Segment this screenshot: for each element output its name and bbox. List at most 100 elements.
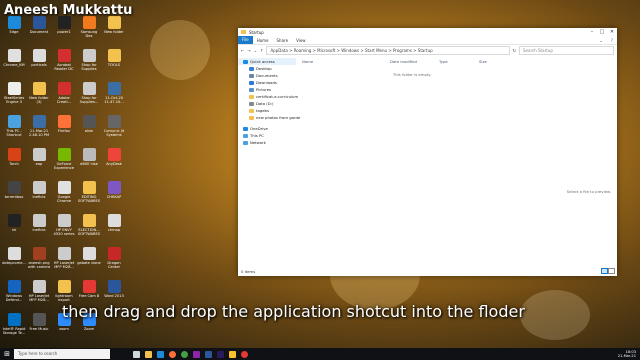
desktop-shortcut[interactable]: This PC - Shortcut bbox=[2, 113, 26, 145]
nav-item[interactable]: OneDrive bbox=[238, 125, 296, 132]
desktop-shortcut[interactable]: Shop for Supplies... bbox=[77, 80, 101, 112]
desktop-shortcut[interactable]: Windows Defend... bbox=[2, 278, 26, 310]
minimize-icon[interactable]: – bbox=[587, 29, 597, 35]
windows-start-icon[interactable]: ⊞ bbox=[0, 350, 14, 358]
desktop-shortcut[interactable]: ELECTION... SOFTWARES bbox=[77, 212, 101, 244]
desktop-shortcut[interactable]: Document bbox=[27, 14, 51, 46]
desktop-shortcut[interactable]: Google Chrome bbox=[52, 179, 76, 211]
forward-icon[interactable]: → bbox=[247, 48, 250, 53]
desktop-shortcut[interactable]: power1 bbox=[52, 14, 76, 46]
taskbar-search-input[interactable]: Type here to search bbox=[14, 349, 110, 359]
content-pane[interactable]: Name Date modified Type Size This folder… bbox=[298, 58, 615, 267]
word-icon[interactable] bbox=[202, 348, 214, 360]
desktop-shortcut[interactable]: particals bbox=[27, 47, 51, 79]
nav-item[interactable]: new photos from garde bbox=[238, 114, 300, 121]
desktop-shortcut[interactable]: Acrobat Reader DC bbox=[52, 47, 76, 79]
desktop-shortcut[interactable]: Adobe Creati... bbox=[52, 80, 76, 112]
desktop-shortcut[interactable]: torrentbox bbox=[2, 179, 26, 211]
desktop-shortcut[interactable]: alvin bbox=[77, 113, 101, 145]
desktop-shortcut-label: nk bbox=[11, 228, 17, 232]
help-icon[interactable]: ? bbox=[607, 38, 617, 43]
task-view-icon[interactable] bbox=[130, 348, 142, 360]
close-icon[interactable]: ✕ bbox=[607, 29, 617, 35]
desktop-shortcut[interactable]: Firefox bbox=[52, 113, 76, 145]
column-type[interactable]: Type bbox=[439, 58, 479, 65]
desktop-shortcut[interactable]: gabate vione bbox=[77, 245, 101, 277]
app-icon[interactable] bbox=[226, 348, 238, 360]
desktop-shortcut[interactable]: Shop for Supplies bbox=[77, 47, 101, 79]
chrome-icon[interactable] bbox=[178, 348, 190, 360]
nav-item[interactable]: tagebs bbox=[238, 107, 296, 114]
desktop-shortcut[interactable]: AnyDesk bbox=[102, 146, 126, 178]
nav-item[interactable]: certificat-e-curriculum bbox=[238, 93, 298, 100]
column-name[interactable]: Name bbox=[298, 58, 390, 65]
back-icon[interactable]: ← bbox=[241, 48, 244, 53]
nav-item[interactable]: Desktop bbox=[238, 65, 296, 72]
desktop-shortcut[interactable]: ineficla bbox=[27, 212, 51, 244]
dragon-icon bbox=[107, 247, 121, 260]
desktop-shortcut[interactable]: HP LaserJet MFP M28... bbox=[27, 278, 51, 310]
desktop-shortcut[interactable]: TOOLS bbox=[102, 47, 126, 79]
desktop-shortcut[interactable]: eap bbox=[27, 146, 51, 178]
desktop-shortcut-label: Document bbox=[29, 30, 49, 34]
nav-item[interactable]: Quick access bbox=[238, 58, 296, 65]
file-explorer-window[interactable]: Startup – □ ✕ File Home Share View ⌄ ? ←… bbox=[238, 28, 617, 276]
desktop-shortcut[interactable]: nk bbox=[2, 212, 26, 244]
desktop-shortcut-label: Free Music bbox=[29, 327, 49, 331]
desktop-shortcut[interactable]: GeForce Experience bbox=[52, 146, 76, 178]
nav-item[interactable]: Network bbox=[238, 139, 296, 146]
tab-home[interactable]: Home bbox=[253, 38, 273, 43]
nav-item[interactable]: Downloads bbox=[238, 79, 296, 86]
up-icon[interactable]: ↑ bbox=[260, 48, 263, 53]
desktop-shortcut-label: Chrome_KM bbox=[3, 63, 25, 67]
maximize-icon[interactable]: □ bbox=[597, 29, 607, 35]
desktop-shortcut[interactable]: 11-Oct-20 11.47.10... bbox=[102, 80, 126, 112]
photos-icon[interactable] bbox=[190, 348, 202, 360]
desktop-shortcut[interactable]: EDITING SOFTWARES bbox=[77, 179, 101, 211]
address-bar[interactable]: AppData > Roaming > Microsoft > Windows … bbox=[266, 46, 510, 55]
nav-item[interactable]: Pictures bbox=[238, 86, 296, 93]
desktop-shortcut[interactable]: Chrome_KM bbox=[2, 47, 26, 79]
premiere-icon[interactable] bbox=[214, 348, 226, 360]
expand-ribbon-icon[interactable]: ⌄ bbox=[596, 38, 607, 43]
desktop-shortcut[interactable]: Intel® Rapid Storage Te... bbox=[2, 311, 26, 343]
tab-file[interactable]: File bbox=[238, 36, 253, 44]
desktop-shortcut[interactable]: Free Music bbox=[27, 311, 51, 343]
desktop-shortcut[interactable]: CHKKAP bbox=[102, 179, 126, 211]
title-bar[interactable]: Startup – □ ✕ bbox=[238, 28, 617, 36]
nav-item[interactable]: Data (D:) bbox=[238, 100, 296, 107]
edge-icon[interactable] bbox=[154, 348, 166, 360]
tab-share[interactable]: Share bbox=[273, 38, 293, 43]
column-date-modified[interactable]: Date modified bbox=[390, 58, 439, 65]
recent-icon[interactable]: ⌄ bbox=[254, 48, 257, 53]
desktop-shortcut[interactable]: ineficla bbox=[27, 179, 51, 211]
explorer-icon[interactable] bbox=[142, 348, 154, 360]
desktop-shortcut[interactable]: Samsung Dex bbox=[77, 14, 101, 46]
desktop-shortcut[interactable]: dotepcome... bbox=[2, 245, 26, 277]
details-view-icon[interactable] bbox=[601, 268, 608, 274]
record-icon[interactable] bbox=[238, 348, 250, 360]
desktop-shortcut[interactable]: New folder bbox=[102, 14, 126, 46]
large-icons-view-icon[interactable] bbox=[608, 268, 615, 274]
desktop-shortcut[interactable]: chmap bbox=[102, 212, 126, 244]
tab-view[interactable]: View bbox=[292, 38, 310, 43]
desktop-shortcut[interactable]: HP LaserJet MFP M28... bbox=[52, 245, 76, 277]
desktop-shortcut[interactable]: HP ENVY 4520 series bbox=[52, 212, 76, 244]
firefox-icon[interactable] bbox=[166, 348, 178, 360]
desktop-shortcut[interactable]: Edge bbox=[2, 14, 26, 46]
refresh-icon[interactable]: ↻ bbox=[513, 48, 516, 53]
nav-item[interactable]: This PC bbox=[238, 132, 296, 139]
desktop-shortcut[interactable]: SteelSeries Engine 3 bbox=[2, 80, 26, 112]
search-input[interactable]: Search Startup bbox=[519, 46, 614, 55]
desktop-shortcut[interactable]: Dragon Center bbox=[102, 245, 126, 277]
desktop-shortcut[interactable]: aneesh png with camera bbox=[27, 245, 51, 277]
desktop-shortcut[interactable]: d600 hise bbox=[77, 146, 101, 178]
desktop-shortcut[interactable]: New folder (3) bbox=[27, 80, 51, 112]
desktop-shortcut[interactable]: Comunic Jit Systems bbox=[102, 113, 126, 145]
desktop-shortcut-label: Word 2013 bbox=[104, 294, 124, 298]
column-size[interactable]: Size bbox=[479, 58, 509, 65]
system-tray[interactable]: 18:03 21-Mar-21 bbox=[618, 350, 640, 358]
desktop-shortcut[interactable]: 11-Mar-21 2.48.10 PM bbox=[27, 113, 51, 145]
nav-item[interactable]: Documents bbox=[238, 72, 296, 79]
desktop-shortcut[interactable]: Torch bbox=[2, 146, 26, 178]
